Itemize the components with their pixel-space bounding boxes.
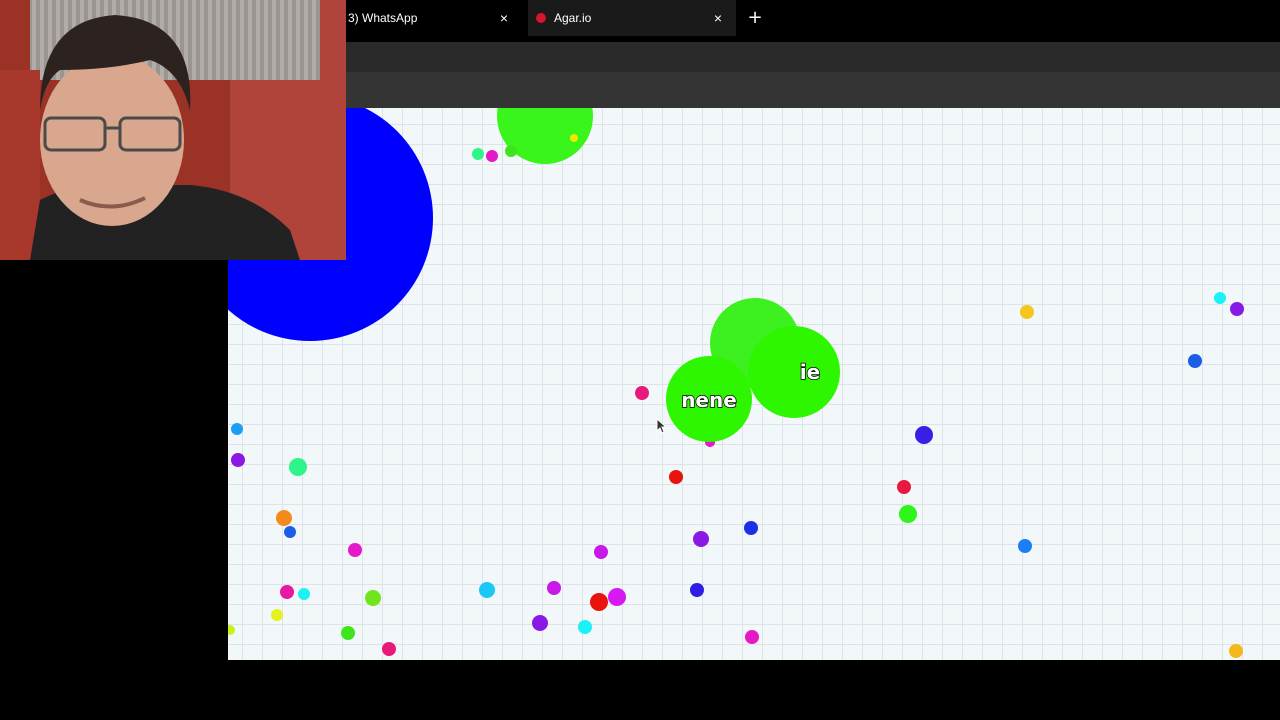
- food-pellet: [284, 526, 296, 538]
- food-pellet: [280, 585, 294, 599]
- food-pellet: [899, 505, 917, 523]
- address-toolbar: [346, 42, 1280, 72]
- food-pellet: [382, 642, 396, 656]
- food-pellet: [547, 581, 561, 595]
- tab-agario[interactable]: Agar.io ×: [528, 0, 736, 36]
- tab-whatsapp-label: 3) WhatsApp: [348, 11, 418, 25]
- food-pellet: [1188, 354, 1202, 368]
- food-pellet: [231, 423, 243, 435]
- game-canvas[interactable]: nene ie: [228, 108, 1280, 660]
- bookmarks-bar: [346, 72, 1280, 108]
- food-pellet: [231, 453, 245, 467]
- food-pellet: [915, 426, 933, 444]
- tab-agario-label: Agar.io: [554, 11, 592, 25]
- food-pellet: [289, 458, 307, 476]
- food-pellet: [505, 145, 517, 157]
- food-pellet: [271, 609, 283, 621]
- food-pellet: [897, 480, 911, 494]
- food-pellet: [608, 588, 626, 606]
- food-pellet: [276, 510, 292, 526]
- food-pellet: [1020, 305, 1034, 319]
- mouse-cursor-icon: [656, 418, 668, 434]
- food-pellet: [532, 615, 548, 631]
- agario-favicon-icon: [536, 13, 546, 23]
- close-icon[interactable]: ×: [710, 10, 726, 26]
- game-scene: nene ie: [228, 108, 1244, 658]
- food-pellet: [486, 150, 498, 162]
- food-pellet: [745, 630, 759, 644]
- food-pellet: [690, 583, 704, 597]
- food-pellet: [594, 545, 608, 559]
- close-icon[interactable]: ×: [496, 10, 512, 26]
- food-pellet: [669, 470, 683, 484]
- webcam-overlay: [0, 0, 346, 260]
- food-pellet: [341, 626, 355, 640]
- food-pellet: [1229, 644, 1243, 658]
- food-pellet: [1230, 302, 1244, 316]
- food-pellet: [744, 521, 758, 535]
- food-pellet: [578, 620, 592, 634]
- food-pellet: [570, 134, 578, 142]
- food-pellet: [228, 625, 235, 635]
- player-cell: [748, 326, 840, 418]
- food-pellet: [590, 593, 608, 611]
- food-pellet: [472, 148, 484, 160]
- new-tab-button[interactable]: +: [746, 9, 764, 27]
- food-pellet: [635, 386, 649, 400]
- food-pellet: [693, 531, 709, 547]
- food-pellet: [1214, 292, 1226, 304]
- food-pellet: [348, 543, 362, 557]
- food-pellet: [479, 582, 495, 598]
- webcam-feed-image: [0, 0, 346, 260]
- food-pellet: [298, 588, 310, 600]
- player-cells: nene ie: [666, 298, 840, 447]
- player-name-label-partial: ie: [800, 360, 820, 384]
- food-pellet: [365, 590, 381, 606]
- food-pellet: [1018, 539, 1032, 553]
- tab-whatsapp[interactable]: 3) WhatsApp ×: [346, 0, 522, 36]
- player-name-label: nene: [681, 388, 737, 412]
